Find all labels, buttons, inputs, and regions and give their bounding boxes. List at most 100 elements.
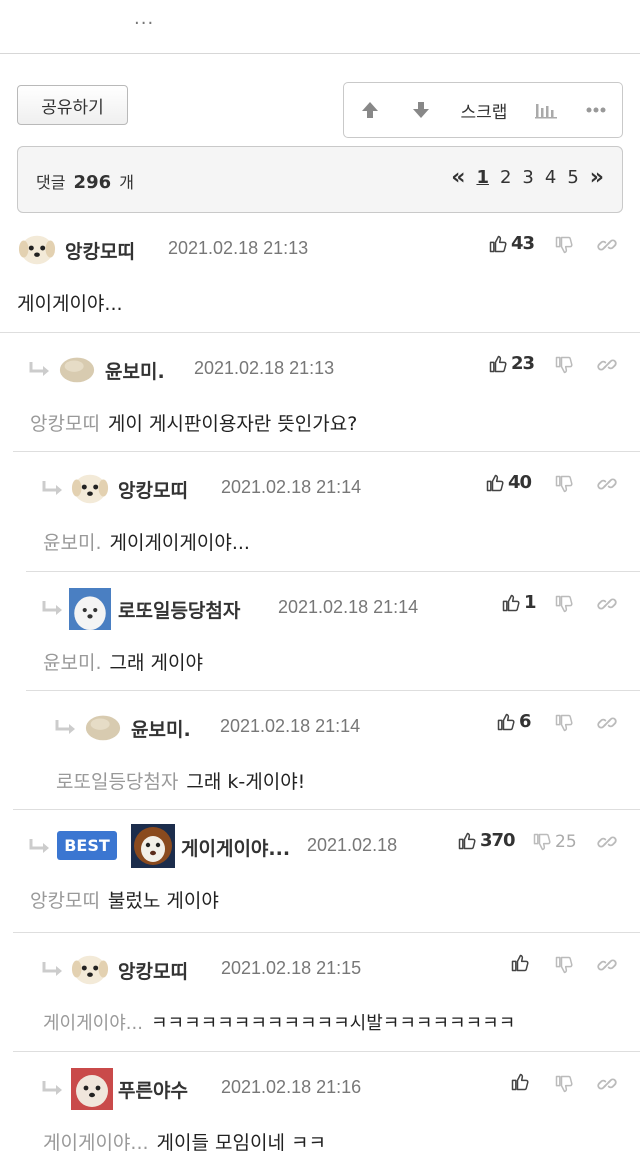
link-button[interactable] <box>597 474 617 498</box>
comment-item: 윤보미. 2021.02.18 21:13 23 앙캉모띠 게이 게시판이용자란 … <box>0 332 640 452</box>
comment-nick[interactable]: 윤보미. <box>131 715 191 742</box>
thumbs-down-icon <box>554 955 574 975</box>
comment-nick[interactable]: 로또일등당첨자 <box>118 596 240 623</box>
share-button[interactable]: 공유하기 <box>17 85 128 125</box>
dislike-button[interactable]: 25 <box>532 832 577 852</box>
reply-target[interactable]: 로또일등당첨자 <box>56 771 178 793</box>
comment-date: 2021.02.18 21:14 <box>220 716 361 736</box>
comment-item: 푸른야수 2021.02.18 21:16 게이게이야... 게이들 모임이네 ㅋ… <box>13 1051 640 1163</box>
like-button[interactable]: 40 <box>485 472 532 493</box>
thumbs-down-icon <box>554 1074 574 1094</box>
reply-target[interactable]: 앙캉모띠 <box>30 890 100 912</box>
comment-date: 2021.02.18 21:14 <box>278 597 419 617</box>
like-button[interactable]: 370 <box>457 830 516 851</box>
comment-date: 2021.02.18 21:13 <box>168 238 309 258</box>
link-button[interactable] <box>597 1074 617 1098</box>
comment-nick[interactable]: 앙캉모띠 <box>118 957 188 984</box>
like-button[interactable] <box>510 1072 533 1092</box>
reply-arrow-icon <box>54 719 78 737</box>
link-icon <box>597 713 617 733</box>
post-toolbar: 스크랩 <box>343 82 623 138</box>
link-button[interactable] <box>597 955 617 979</box>
avatar[interactable] <box>69 588 111 630</box>
dislike-button[interactable] <box>554 713 574 733</box>
like-button[interactable]: 6 <box>496 711 531 732</box>
link-icon <box>597 235 617 255</box>
page-prev[interactable]: « <box>451 166 465 188</box>
comment-item: 윤보미. 2021.02.18 21:14 6 로또일등당첨자 그래 k-게이야! <box>26 690 640 810</box>
avatar[interactable] <box>84 708 122 746</box>
upvote-button[interactable] <box>344 83 396 137</box>
link-button[interactable] <box>597 235 617 259</box>
reply-arrow-icon <box>28 838 52 856</box>
comment-text: 앙캉모띠 게이 게시판이용자란 뜻인가요? <box>30 409 357 436</box>
reply-target[interactable]: 앙캉모띠 <box>30 413 100 435</box>
comment-nick[interactable]: 앙캉모띠 <box>65 237 135 264</box>
avatar[interactable] <box>71 469 109 507</box>
comment-body: 게이들 모임이네 ㅋㅋ <box>156 1132 326 1154</box>
link-icon <box>597 955 617 975</box>
scrap-button[interactable]: 스크랩 <box>446 83 523 137</box>
comment-nick[interactable]: 게이게이야... <box>181 834 290 861</box>
link-button[interactable] <box>597 594 617 618</box>
reply-target[interactable]: 윤보미. <box>43 652 101 674</box>
comment-nick[interactable]: 앙캉모띠 <box>118 476 188 503</box>
comment-item: 앙캉모띠 2021.02.18 21:15 게이게이야... ㅋㅋㅋㅋㅋㅋㅋㅋㅋㅋ… <box>13 932 640 1052</box>
reply-arrow-icon <box>41 480 65 498</box>
reply-arrow-icon <box>41 600 65 618</box>
downvote-button[interactable] <box>396 83 446 137</box>
reply-arrow-icon <box>41 1080 65 1098</box>
thumbs-down-icon <box>532 832 552 852</box>
like-count: 1 <box>524 592 536 613</box>
comment-count: 댓글 296 개 <box>36 169 134 193</box>
link-button[interactable] <box>597 713 617 737</box>
thumbs-up-icon <box>457 831 477 851</box>
page-5[interactable]: 5 <box>567 167 578 188</box>
like-button[interactable]: 43 <box>488 233 535 254</box>
thumbs-up-icon <box>510 1072 530 1092</box>
avatar[interactable] <box>18 230 56 268</box>
avatar[interactable] <box>71 950 109 988</box>
dislike-button[interactable] <box>554 474 574 494</box>
link-button[interactable] <box>597 355 617 379</box>
reply-target[interactable]: 게이게이야... <box>43 1013 143 1034</box>
dislike-button[interactable] <box>554 955 574 975</box>
dislike-button[interactable] <box>554 355 574 375</box>
page-1[interactable]: 1 <box>476 167 489 188</box>
link-icon <box>597 355 617 375</box>
more-button[interactable] <box>570 83 622 137</box>
page-2[interactable]: 2 <box>500 167 511 188</box>
like-button[interactable] <box>510 953 533 973</box>
like-button[interactable]: 23 <box>488 353 535 374</box>
comment-count-prefix: 댓글 <box>36 173 66 192</box>
comment-body: 게이게이게이야... <box>109 532 250 554</box>
comment-count-value: 296 <box>73 172 112 193</box>
reply-target[interactable]: 윤보미. <box>43 532 101 554</box>
thumbs-down-icon <box>554 713 574 733</box>
like-button[interactable]: 1 <box>501 592 536 613</box>
comment-count-suffix: 개 <box>119 173 134 192</box>
comment-nick[interactable]: 윤보미. <box>105 357 165 384</box>
like-count: 370 <box>480 830 516 851</box>
stats-button[interactable] <box>522 83 570 137</box>
comment-text: 게이게이야... 게이들 모임이네 ㅋㅋ <box>43 1128 326 1155</box>
reply-target[interactable]: 게이게이야... <box>43 1132 149 1154</box>
page-4[interactable]: 4 <box>545 167 556 188</box>
thumbs-up-icon <box>496 712 516 732</box>
avatar[interactable] <box>58 350 96 388</box>
comment-date: 2021.02.18 <box>307 835 398 855</box>
avatar[interactable] <box>131 824 175 868</box>
page-3[interactable]: 3 <box>522 167 533 188</box>
dislike-button[interactable] <box>554 235 574 255</box>
comment-date: 2021.02.18 21:15 <box>221 958 362 978</box>
dislike-button[interactable] <box>554 1074 574 1094</box>
thumbs-down-icon <box>554 594 574 614</box>
link-button[interactable] <box>597 832 617 856</box>
avatar[interactable] <box>71 1068 113 1110</box>
comment-nick[interactable]: 푸른야수 <box>118 1076 188 1103</box>
comment-count-bar: 댓글 296 개 « 1 2 3 4 5 » <box>17 146 623 213</box>
page-next[interactable]: » <box>590 166 604 188</box>
dislike-button[interactable] <box>554 594 574 614</box>
top-ellipsis: ... <box>134 8 155 29</box>
thumbs-up-icon <box>488 234 508 254</box>
